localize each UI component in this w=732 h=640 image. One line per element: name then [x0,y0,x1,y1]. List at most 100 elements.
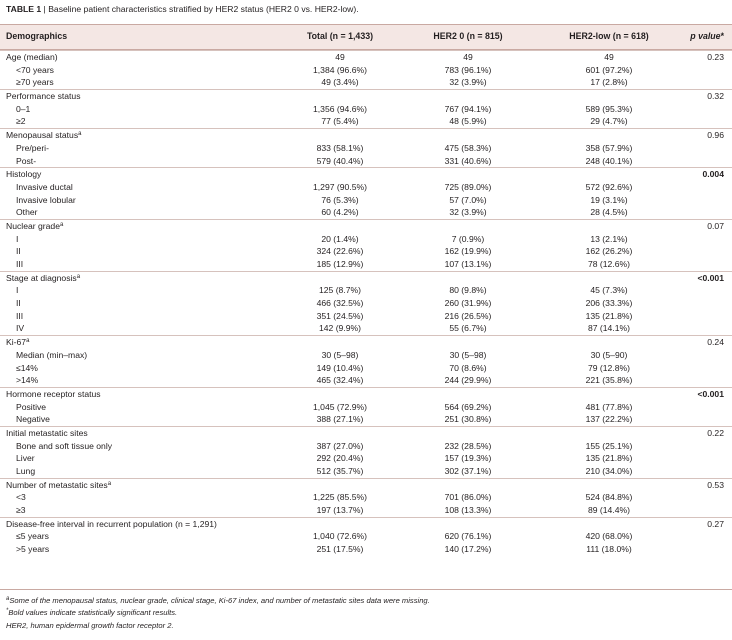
cell-total: 185 (12.9%) [316,259,364,269]
cell-total: 49 [335,52,345,62]
cell-her2-0: 157 (19.3%) [444,453,492,464]
row-label: Performance status [6,91,81,102]
row-label: Hormone receptor status [6,388,101,399]
table-row: ≤14% 149 (10.4%) 70 (8.6%) 79 (12.8%) [0,362,732,375]
cell-total: 197 (13.7%) [316,505,364,516]
cell-her2-low: 135 (21.8%) [585,453,633,464]
cell-her2-low: 28 (4.5%) [590,207,628,218]
cell-her2-low: 155 (25.1%) [585,440,633,451]
row-label: Negative [16,414,50,425]
header-p-value: p value* [660,31,724,41]
cell-p-value: 0.24 [707,337,724,348]
cell-her2-low: 572 (92.6%) [585,181,633,192]
table-row: I 20 (1.4%) 7 (0.9%) 13 (2.1%) [0,233,732,246]
cell-her2-0: 260 (31.9%) [444,298,492,309]
table-row: III 185 (12.9%) 107 (13.1%) 78 (12.6%) [0,258,732,271]
cell-p-value: 0.23 [707,52,724,62]
cell-p-value: 0.004 [702,169,724,180]
table-row: >5 years 251 (17.5%) 140 (17.2%) 111 (18.0%… [0,543,732,556]
row-label: Lung [16,466,36,476]
cell-her2-0: 7 (0.9%) [451,233,485,244]
table-section-row: Stage at diagnosisa <0.001 [0,270,732,285]
row-label: Bone and soft tissue only [16,440,113,451]
cell-total: 1,225 (85.5%) [313,492,367,503]
row-label: Initial metastatic sites [6,427,88,438]
row-label: Post- [16,155,37,166]
cell-her2-low: 589 (95.3%) [585,103,633,114]
table-section-row: Performance status 0.32 [0,89,732,103]
cell-her2-0: 32 (3.9%) [449,207,487,218]
cell-her2-0: 725 (89.0%) [444,181,492,192]
cell-p-value: <0.001 [697,388,724,399]
row-label: II [16,246,21,257]
footnote-text: Some of the menopausal status, nuclear g… [9,596,430,605]
row-label: <70 years [16,64,54,75]
footnote: aSome of the menopausal status, nuclear … [0,595,732,607]
cell-total: 20 (1.4%) [321,233,359,244]
cell-her2-0: 244 (29.9%) [444,375,492,386]
cell-total: 60 (4.2%) [321,207,359,218]
table-label: TABLE 1 [6,4,42,14]
cell-total: 1,356 (94.6%) [313,103,367,114]
cell-her2-0: 783 (96.1%) [444,64,492,75]
row-label: >5 years [16,544,50,555]
table-row: Liver 292 (20.4%) 157 (19.3%) 135 (21.8%) [0,452,732,465]
row-label: Invasive ductal [16,181,73,192]
table-row: Positive 1,045 (72.9%) 564 (69.2%) 481 (77.… [0,401,732,414]
row-label: III [16,310,24,321]
cell-her2-0: 70 (8.6%) [449,362,487,373]
table-row: Other 60 (4.2%) 32 (3.9%) 28 (4.5%) [0,206,732,219]
row-label: I [16,285,19,296]
row-label: 0–1 [16,103,31,114]
table-row: Post- 579 (40.4%) 331 (40.6%) 248 (40.1%) [0,155,732,168]
footnote-mark: a [59,221,64,228]
cell-her2-low: 206 (33.3%) [585,298,633,309]
row-label: Ki-67a [6,337,30,348]
cell-her2-0: 49 [463,52,473,62]
caption-text: Baseline patient characteristics stratif… [48,4,359,14]
table-caption: TABLE 1 | Baseline patient characteristi… [6,4,359,14]
row-label: Invasive lobular [16,194,76,205]
cell-total: 512 (35.7%) [316,466,364,476]
row-label: Disease-free interval in recurrent popul… [6,518,217,529]
cell-total: 833 (58.1%) [316,142,364,153]
cell-her2-0: 32 (3.9%) [449,77,487,88]
table-row: ≥70 years 49 (3.4%) 32 (3.9%) 17 (2.8%) [0,76,732,89]
cell-her2-low: 162 (26.2%) [585,246,633,257]
cell-her2-low: 111 (18.0%) [586,544,632,555]
table-row: I 125 (8.7%) 80 (9.8%) 45 (7.3%) [0,284,732,297]
table-section-row: Hormone receptor status <0.001 [0,386,732,401]
table-row: IV 142 (9.9%) 55 (6.7%) 87 (14.1%) [0,322,732,335]
cell-her2-low: 79 (12.8%) [587,362,631,373]
row-label: Menopausal statusa [6,130,82,141]
row-label: Liver [16,453,35,464]
row-label: ≤5 years [16,531,49,542]
cell-p-value: 0.27 [707,518,724,529]
table-row: Median (min–max) 30 (5–98) 30 (5–98) 30 (5–… [0,349,732,362]
footnote-mark: a [78,131,82,138]
cell-her2-0: 108 (13.3%) [444,505,492,516]
cell-total: 125 (8.7%) [318,285,362,296]
table-row: ≥3 197 (13.7%) 108 (13.3%) 89 (14.4%) [0,504,732,517]
cell-her2-low: 601 (97.2%) [585,64,633,75]
table-section-row: Nuclear gradea 0.07 [0,218,732,233]
cell-her2-0: 475 (58.3%) [444,142,492,153]
cell-her2-0: 331 (40.6%) [444,155,492,166]
cell-total: 49 (3.4%) [321,77,359,88]
cell-total: 579 (40.4%) [316,155,364,166]
table-section-row: Age (median) 49 49 49 0.23 [0,50,732,64]
cell-her2-0: 620 (76.1%) [444,531,492,542]
cell-her2-low: 87 (14.1%) [587,323,631,334]
table-row: Bone and soft tissue only 387 (27.0%) 232 … [0,440,732,453]
cell-total: 1,384 (96.6%) [313,64,367,75]
cell-her2-low: 30 (5–90) [590,349,628,360]
cell-her2-0: 80 (9.8%) [449,285,487,296]
table-row: >14% 465 (32.4%) 244 (29.9%) 221 (35.8%) [0,374,732,387]
cell-p-value: <0.001 [697,272,724,283]
table-figure: TABLE 1 | Baseline patient characteristi… [0,0,732,640]
cell-her2-0: 701 (86.0%) [444,492,492,503]
table-row: III 351 (24.5%) 216 (26.5%) 135 (21.8%) [0,310,732,323]
cell-her2-low: 481 (77.8%) [585,401,633,412]
cell-her2-low: 137 (22.2%) [585,414,633,425]
row-label: Age (median) [6,52,58,62]
